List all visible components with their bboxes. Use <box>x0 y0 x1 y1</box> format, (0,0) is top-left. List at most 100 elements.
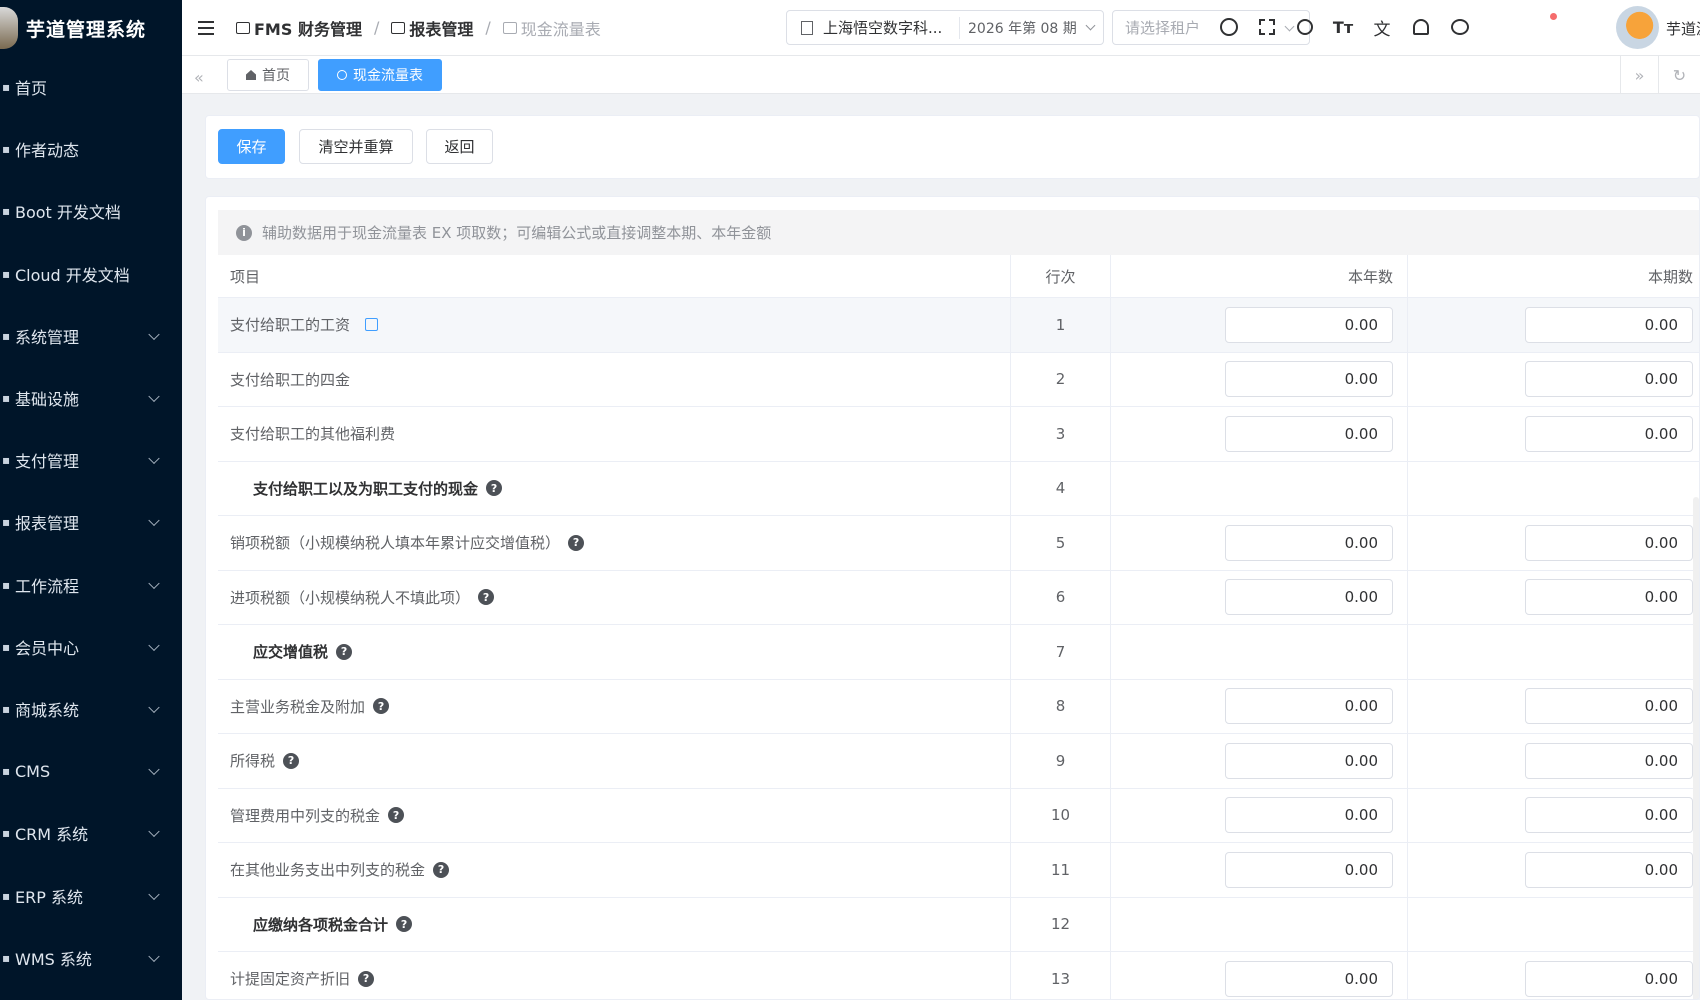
sidebar-item[interactable]: ▪ 工作流程 <box>0 554 182 616</box>
scroll-right-icon[interactable]: » <box>1620 56 1658 94</box>
help-icon[interactable]: ? <box>388 807 405 824</box>
translate-icon[interactable]: 文 <box>1372 17 1392 40</box>
sidebar-item[interactable]: ▪ ERP 系统 <box>0 864 182 926</box>
sidebar-item[interactable]: ▪ 会员中心 <box>0 616 182 678</box>
help-icon[interactable]: ? <box>373 698 390 715</box>
row-item-label: 应缴纳各项税金合计 <box>253 915 389 934</box>
row-year-cell <box>1111 734 1408 788</box>
year-amount-input[interactable] <box>1225 851 1393 888</box>
sidebar-item-label: Boot 开发文档 <box>15 203 121 223</box>
period-amount-input[interactable] <box>1525 960 1693 997</box>
sidebar-item[interactable]: ▪ 报表管理 <box>0 491 182 553</box>
period-amount-input[interactable] <box>1525 688 1693 725</box>
sidebar-menu: ▪ 首页 ▪ 作者动态 ▪ Boot 开发文档 ▪ Cloud 开发文档 ▪ 系统管理 ▪ 基础设施 ▪… <box>0 56 182 989</box>
gear-icon[interactable] <box>1219 17 1239 37</box>
sidebar-item[interactable]: ▪ 作者动态 <box>0 118 182 180</box>
table-row: 支付给职工的四金 2 <box>218 352 1699 407</box>
tenant-select[interactable]: 请选择租户 <box>1112 10 1310 45</box>
year-amount-input[interactable] <box>1225 306 1393 343</box>
chat-icon[interactable] <box>1450 17 1470 37</box>
period-amount-input[interactable] <box>1525 742 1693 779</box>
tip-banner: i 辅助数据用于现金流量表 EX 项取数；可编辑公式或直接调整本期、本年金额 <box>218 210 1699 255</box>
period-amount-input[interactable] <box>1525 361 1693 398</box>
tab-home[interactable]: 首页 <box>227 59 309 91</box>
back-button[interactable]: 返回 <box>426 129 493 164</box>
building-icon <box>801 20 813 35</box>
menu-item-icon: ▪ <box>2 888 11 903</box>
year-amount-input[interactable] <box>1225 688 1393 725</box>
help-icon[interactable]: ? <box>433 861 450 878</box>
help-icon[interactable]: ? <box>568 534 585 551</box>
row-line: 12 <box>1011 897 1111 951</box>
sidebar-item-label: 系统管理 <box>15 327 80 347</box>
menu-item-icon: ▪ <box>2 328 11 343</box>
sidebar: 芋道管理系统 ▪ 首页 ▪ 作者动态 ▪ Boot 开发文档 ▪ Cloud 开发文档 ▪ 系统管… <box>0 0 182 1000</box>
row-period-cell <box>1408 298 1699 352</box>
row-item-cell: 所得税? <box>218 734 1011 788</box>
help-icon[interactable]: ? <box>336 643 353 660</box>
sidebar-item[interactable]: ▪ WMS 系统 <box>0 927 182 989</box>
sidebar-item[interactable]: ▪ 基础设施 <box>0 367 182 429</box>
search-icon[interactable] <box>1295 17 1315 37</box>
year-amount-input[interactable] <box>1225 415 1393 452</box>
font-size-icon[interactable]: Tт <box>1333 17 1353 37</box>
app-logo[interactable]: 芋道管理系统 <box>0 0 182 56</box>
sidebar-item[interactable]: ▪ 商城系统 <box>0 678 182 740</box>
sidebar-item[interactable]: ▪ 支付管理 <box>0 429 182 491</box>
year-amount-input[interactable] <box>1225 960 1393 997</box>
period-label: 2026 年第 08 期 <box>968 20 1077 37</box>
row-item-label: 进项税额（小规模纳税人不填此项） <box>230 588 471 607</box>
period-amount-input[interactable] <box>1525 524 1693 561</box>
period-amount-input[interactable] <box>1525 415 1693 452</box>
help-icon[interactable]: ? <box>358 970 375 987</box>
help-icon[interactable]: ? <box>478 589 495 606</box>
sidebar-item[interactable]: ▪ 系统管理 <box>0 305 182 367</box>
chevron-down-icon <box>148 390 160 403</box>
sidebar-item[interactable]: ▪ Boot 开发文档 <box>0 180 182 242</box>
period-amount-input[interactable] <box>1525 306 1693 343</box>
sidebar-item[interactable]: ▪ 首页 <box>0 56 182 118</box>
row-item-cell: 支付给职工以及为职工支付的现金? <box>218 461 1011 515</box>
period-amount-input[interactable] <box>1525 579 1693 616</box>
tab-cashflow[interactable]: 现金流量表 <box>318 59 442 91</box>
table-row: 应交增值税? 7 <box>218 625 1699 680</box>
row-item-cell: 支付给职工的工资 <box>218 298 1011 352</box>
clear-recalculate-button[interactable]: 清空并重算 <box>299 129 413 164</box>
year-amount-input[interactable] <box>1225 524 1393 561</box>
sidebar-item[interactable]: ▪ Cloud 开发文档 <box>0 243 182 305</box>
year-amount-input[interactable] <box>1225 797 1393 834</box>
avatar[interactable] <box>1616 6 1659 49</box>
chevron-down-icon <box>1284 21 1295 32</box>
scroll-left-icon[interactable]: « <box>194 68 204 87</box>
refresh-icon[interactable]: ↻ <box>1658 56 1700 94</box>
sidebar-item[interactable]: ▪ CRM 系统 <box>0 802 182 864</box>
tenant-period-selector[interactable]: 上海悟空数字科... 2026 年第 08 期 <box>786 10 1104 45</box>
help-icon[interactable]: ? <box>486 480 503 497</box>
database-icon <box>502 21 517 34</box>
period-amount-input[interactable] <box>1525 851 1693 888</box>
breadcrumb-report[interactable]: 报表管理 <box>391 16 473 40</box>
row-year-cell <box>1111 679 1408 733</box>
menu-item-icon: ▪ <box>2 391 11 406</box>
help-icon[interactable]: ? <box>396 916 413 933</box>
edit-icon[interactable] <box>365 318 379 332</box>
save-button[interactable]: 保存 <box>218 129 285 164</box>
breadcrumb: FMS 财务管理 / 报表管理 / 现金流量表 <box>236 16 601 40</box>
period-amount-input[interactable] <box>1525 797 1693 834</box>
menu-toggle-icon[interactable] <box>198 20 214 35</box>
bell-icon[interactable] <box>1411 17 1431 37</box>
row-item-label: 支付给职工的四金 <box>230 370 351 389</box>
sidebar-item-label: 首页 <box>15 79 48 99</box>
user-name[interactable]: 芋道源 <box>1666 18 1700 39</box>
fullscreen-icon[interactable] <box>1257 17 1277 37</box>
breadcrumb-fms[interactable]: FMS 财务管理 <box>236 16 362 40</box>
year-amount-input[interactable] <box>1225 361 1393 398</box>
year-amount-input[interactable] <box>1225 579 1393 616</box>
year-amount-input[interactable] <box>1225 742 1393 779</box>
table-scrollbar[interactable] <box>1693 497 1699 999</box>
menu-item-icon: ▪ <box>2 577 11 592</box>
chevron-down-icon <box>148 888 160 900</box>
row-period-cell <box>1408 625 1699 679</box>
help-icon[interactable]: ? <box>283 752 300 769</box>
sidebar-item[interactable]: ▪ CMS <box>0 740 182 802</box>
